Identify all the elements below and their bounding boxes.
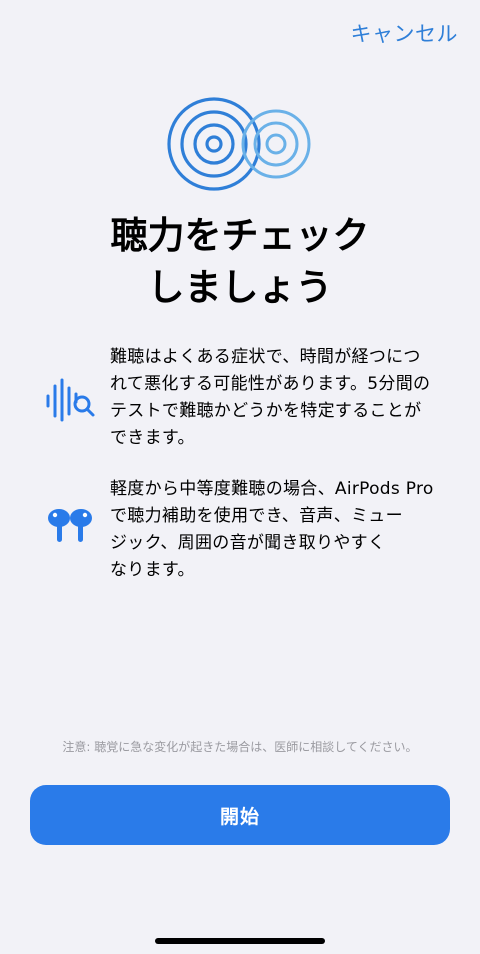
cancel-button[interactable]: キャンセル — [351, 18, 459, 48]
hearing-rings-icon — [167, 97, 311, 191]
home-indicator[interactable] — [155, 938, 325, 944]
text-line: できます。 — [110, 428, 195, 448]
title-line-1: 聴力をチェック — [110, 214, 370, 257]
title-line-2: しましょう — [147, 266, 333, 309]
text-line: なります。 — [110, 560, 195, 580]
text-line: ジック、周囲の音が聞き取りやすく — [110, 533, 386, 553]
text-line: で聴力補助を使用でき、音声、ミュー — [110, 506, 403, 526]
waveform-magnifier-icon — [46, 378, 95, 422]
disclaimer-text: 注意: 聴覚に急な変化が起きた場合は、医師に相談してください。 — [62, 740, 418, 754]
text-line: 軽度から中等度難聴の場合、AirPods Pro — [110, 479, 434, 499]
text-line: テストで難聴かどうかを特定することが — [110, 401, 422, 421]
text-line: 難聴はよくある症状で、時間が経つにつ — [110, 347, 421, 367]
start-button[interactable]: 開始 — [30, 785, 450, 845]
airpods-pro-icon — [48, 509, 92, 542]
page-title: 聴力をチェック しましょう — [0, 210, 480, 314]
feature-text-hearing-loss: 難聴はよくある症状で、時間が経つにつ れて悪化する可能性があります。5分間の テ… — [110, 344, 440, 452]
text-line: れて悪化する可能性があります。5分間の — [110, 374, 431, 394]
feature-text-hearing-aid: 軽度から中等度難聴の場合、AirPods Pro で聴力補助を使用でき、音声、ミ… — [110, 476, 440, 584]
